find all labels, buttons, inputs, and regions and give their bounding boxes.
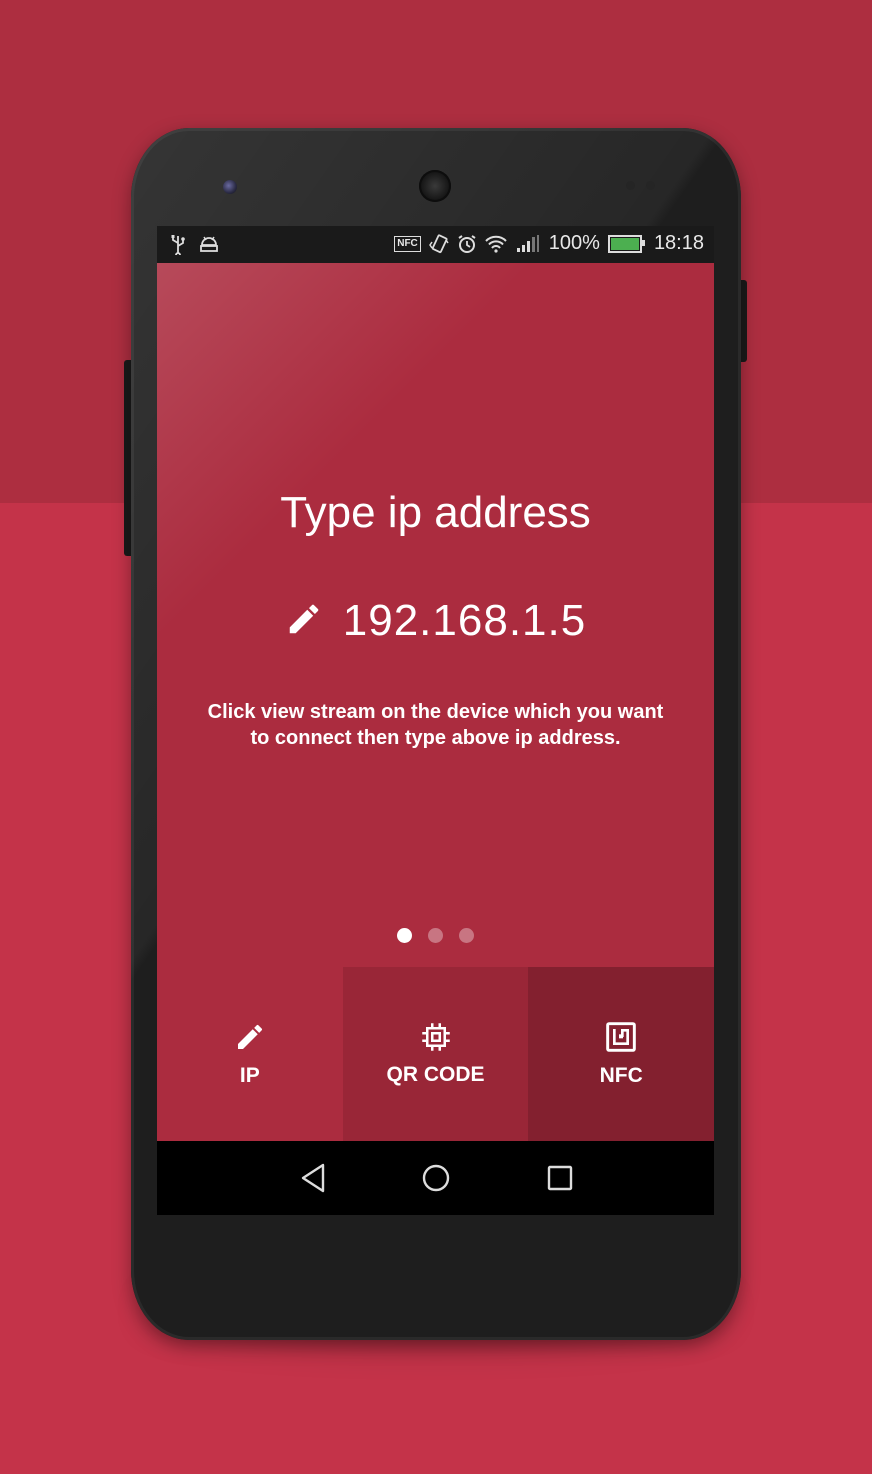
battery-icon xyxy=(607,233,645,255)
recents-icon[interactable] xyxy=(543,1161,577,1195)
instruction-text: Click view stream on the device which yo… xyxy=(207,701,664,749)
front-camera xyxy=(223,180,237,194)
light-sensor xyxy=(646,181,655,190)
status-time: 18:18 xyxy=(653,232,704,254)
power-button xyxy=(740,280,747,362)
wifi-icon xyxy=(485,233,507,255)
status-bar: NFC 100% 18:18 xyxy=(157,226,714,263)
tab-nfc[interactable]: NFC xyxy=(528,967,714,1141)
back-icon[interactable] xyxy=(296,1161,330,1195)
tab-qr-code-label: QR CODE xyxy=(386,1062,485,1086)
signal-icon xyxy=(515,233,541,255)
android-debug-icon xyxy=(199,234,219,256)
pencil-icon xyxy=(234,1021,266,1058)
vibrate-icon xyxy=(428,233,449,255)
nfc-icon: NFC xyxy=(394,233,421,255)
battery-percent: 100% xyxy=(548,232,600,254)
pencil-icon xyxy=(285,600,323,643)
connection-tabs: IP QR CODE NFC xyxy=(157,967,714,1141)
navigation-bar xyxy=(157,1141,714,1215)
tab-ip[interactable]: IP xyxy=(157,967,343,1141)
tab-nfc-label: NFC xyxy=(599,1063,643,1087)
chip-icon xyxy=(421,1022,451,1057)
alarm-icon xyxy=(457,233,477,255)
page-dot[interactable] xyxy=(397,928,412,943)
usb-icon xyxy=(171,234,185,256)
home-icon[interactable] xyxy=(419,1161,453,1195)
ip-address-value[interactable]: 192.168.1.5 xyxy=(343,596,586,646)
content-area: Type ip address 192.168.1.5 Click view s… xyxy=(157,263,714,967)
page-dot[interactable] xyxy=(428,928,443,943)
earpiece-speaker xyxy=(419,170,451,202)
nfc-icon xyxy=(605,1021,637,1058)
tab-qr-code[interactable]: QR CODE xyxy=(342,967,529,1141)
ip-address-field[interactable]: 192.168.1.5 xyxy=(157,596,714,646)
proximity-sensor xyxy=(626,181,635,190)
page-dot[interactable] xyxy=(459,928,474,943)
page-indicator xyxy=(157,928,714,943)
page-title: Type ip address xyxy=(280,488,591,537)
phone-screen: NFC 100% 18:18 Type ip address 192.168.1… xyxy=(157,226,714,1215)
tab-ip-label: IP xyxy=(239,1063,260,1087)
